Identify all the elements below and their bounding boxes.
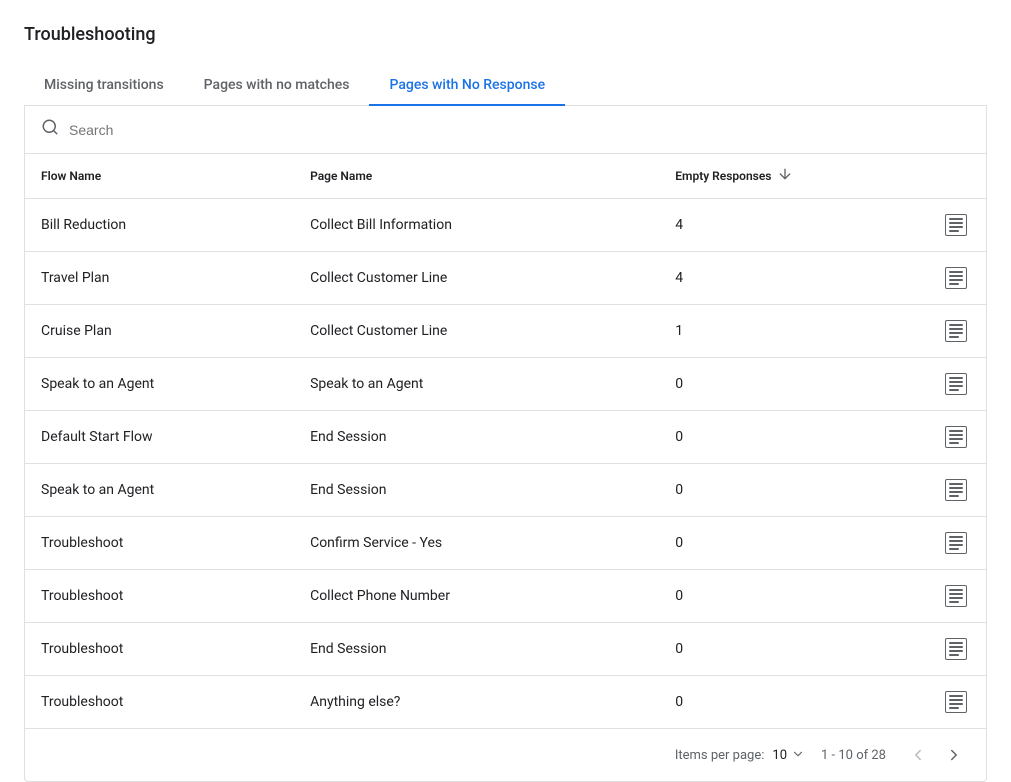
tab-pages-no-matches[interactable]: Pages with no matches xyxy=(184,65,370,105)
list-detail-icon xyxy=(945,426,967,448)
row-detail-icon[interactable] xyxy=(942,635,970,663)
tabs-container: Missing transitions Pages with no matche… xyxy=(24,65,987,106)
list-detail-icon xyxy=(945,585,967,607)
cell-page-name: Collect Customer Line xyxy=(294,305,659,358)
row-detail-icon[interactable] xyxy=(942,317,970,345)
cell-empty-responses: 0 xyxy=(659,570,832,623)
list-detail-icon xyxy=(945,214,967,236)
cell-flow-name: Default Start Flow xyxy=(25,411,294,464)
row-detail-icon[interactable] xyxy=(942,370,970,398)
table-row: Bill ReductionCollect Bill Information4 xyxy=(25,199,986,252)
row-detail-icon[interactable] xyxy=(942,582,970,610)
row-detail-icon[interactable] xyxy=(942,476,970,504)
cell-flow-name: Troubleshoot xyxy=(25,517,294,570)
cell-page-name: Confirm Service - Yes xyxy=(294,517,659,570)
table-row: TroubleshootConfirm Service - Yes0 xyxy=(25,517,986,570)
table-row: Cruise PlanCollect Customer Line1 xyxy=(25,305,986,358)
list-detail-icon xyxy=(945,267,967,289)
table-row: TroubleshootAnything else?0 xyxy=(25,676,986,729)
cell-empty-responses: 0 xyxy=(659,411,832,464)
items-per-page-value: 10 xyxy=(772,748,787,763)
table-body: Bill ReductionCollect Bill Information4T… xyxy=(25,199,986,729)
cell-flow-name: Travel Plan xyxy=(25,252,294,305)
row-detail-icon[interactable] xyxy=(942,264,970,292)
cell-empty-responses: 0 xyxy=(659,464,832,517)
items-per-page-label: Items per page: xyxy=(675,748,765,763)
cell-page-name: Anything else? xyxy=(294,676,659,729)
cell-flow-name: Speak to an Agent xyxy=(25,464,294,517)
table-row: Speak to an AgentSpeak to an Agent0 xyxy=(25,358,986,411)
list-detail-icon xyxy=(945,532,967,554)
sort-down-icon[interactable] xyxy=(777,166,793,186)
cell-flow-name: Troubleshoot xyxy=(25,676,294,729)
col-header-action xyxy=(832,154,986,199)
list-detail-icon xyxy=(945,691,967,713)
table-row: TroubleshootCollect Phone Number0 xyxy=(25,570,986,623)
next-page-button[interactable] xyxy=(938,739,970,771)
pagination-range: 1 - 10 of 28 xyxy=(821,748,886,763)
cell-page-name: Collect Customer Line xyxy=(294,252,659,305)
empty-responses-label: Empty Responses xyxy=(675,169,771,183)
cell-page-name: Collect Bill Information xyxy=(294,199,659,252)
table-row: Speak to an AgentEnd Session0 xyxy=(25,464,986,517)
list-detail-icon xyxy=(945,320,967,342)
cell-action xyxy=(832,464,986,517)
cell-page-name: End Session xyxy=(294,411,659,464)
cell-action xyxy=(832,676,986,729)
table-row: Travel PlanCollect Customer Line4 xyxy=(25,252,986,305)
prev-page-button[interactable] xyxy=(902,739,934,771)
cell-empty-responses: 0 xyxy=(659,676,832,729)
cell-action xyxy=(832,199,986,252)
items-per-page-wrapper: Items per page: 10 xyxy=(675,747,805,764)
cell-page-name: Speak to an Agent xyxy=(294,358,659,411)
data-table: Flow Name Page Name Empty Responses xyxy=(25,154,986,728)
cell-empty-responses: 1 xyxy=(659,305,832,358)
col-header-page-name: Page Name xyxy=(294,154,659,199)
cell-empty-responses: 0 xyxy=(659,517,832,570)
list-detail-icon xyxy=(945,479,967,501)
search-bar xyxy=(25,106,986,154)
cell-action xyxy=(832,252,986,305)
tab-pages-no-response[interactable]: Pages with No Response xyxy=(369,65,565,105)
table-header-row: Flow Name Page Name Empty Responses xyxy=(25,154,986,199)
cell-action xyxy=(832,358,986,411)
cell-flow-name: Speak to an Agent xyxy=(25,358,294,411)
list-detail-icon xyxy=(945,638,967,660)
cell-empty-responses: 0 xyxy=(659,358,832,411)
cell-flow-name: Troubleshoot xyxy=(25,570,294,623)
table-row: Default Start FlowEnd Session0 xyxy=(25,411,986,464)
col-header-flow-name: Flow Name xyxy=(25,154,294,199)
page-title: Troubleshooting xyxy=(24,24,987,45)
cell-action xyxy=(832,517,986,570)
col-header-empty-responses[interactable]: Empty Responses xyxy=(659,154,832,199)
cell-empty-responses: 4 xyxy=(659,199,832,252)
content-box: Flow Name Page Name Empty Responses xyxy=(24,106,987,782)
row-detail-icon[interactable] xyxy=(942,529,970,557)
cell-empty-responses: 4 xyxy=(659,252,832,305)
cell-flow-name: Bill Reduction xyxy=(25,199,294,252)
cell-page-name: Collect Phone Number xyxy=(294,570,659,623)
row-detail-icon[interactable] xyxy=(942,211,970,239)
row-detail-icon[interactable] xyxy=(942,688,970,716)
row-detail-icon[interactable] xyxy=(942,423,970,451)
cell-action xyxy=(832,305,986,358)
search-input[interactable] xyxy=(69,122,970,138)
cell-flow-name: Cruise Plan xyxy=(25,305,294,358)
cell-action xyxy=(832,570,986,623)
cell-action xyxy=(832,411,986,464)
list-detail-icon xyxy=(945,373,967,395)
cell-page-name: End Session xyxy=(294,464,659,517)
page-nav xyxy=(902,739,970,771)
tab-missing-transitions[interactable]: Missing transitions xyxy=(24,65,184,105)
items-dropdown-arrow[interactable] xyxy=(791,747,805,764)
search-icon xyxy=(41,118,59,141)
pagination: Items per page: 10 1 - 10 of 28 xyxy=(25,728,986,781)
